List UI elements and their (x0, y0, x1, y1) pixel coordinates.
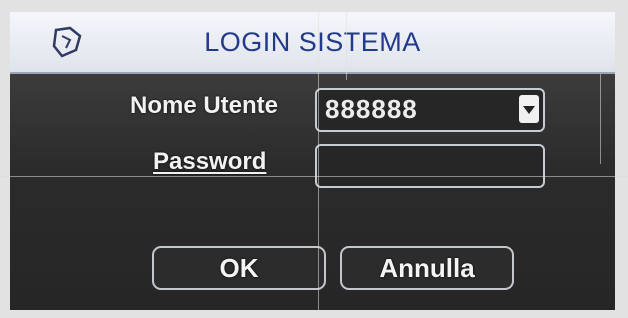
login-dialog: LOGIN SISTEMA Nome Utente 888888 Passwor… (0, 0, 628, 318)
password-field[interactable] (315, 144, 545, 188)
ok-button[interactable]: OK (152, 246, 326, 290)
cancel-button[interactable]: Annulla (340, 246, 514, 290)
username-value: 888888 (325, 94, 418, 124)
overlay-line (318, 0, 319, 318)
username-select[interactable]: 888888 (315, 88, 545, 132)
overlay-line (320, 70, 620, 71)
overlay-line (346, 0, 347, 80)
password-label: Password (153, 148, 267, 175)
username-label: Nome Utente (130, 92, 279, 119)
overlay-line (600, 74, 601, 164)
overlay-line (0, 176, 628, 177)
dialog-title: LOGIN SISTEMA (204, 27, 421, 57)
title-bar: LOGIN SISTEMA (10, 12, 615, 74)
dialog-body: Nome Utente 888888 Password OK Annulla (10, 74, 615, 310)
chevron-down-icon[interactable] (519, 95, 539, 123)
